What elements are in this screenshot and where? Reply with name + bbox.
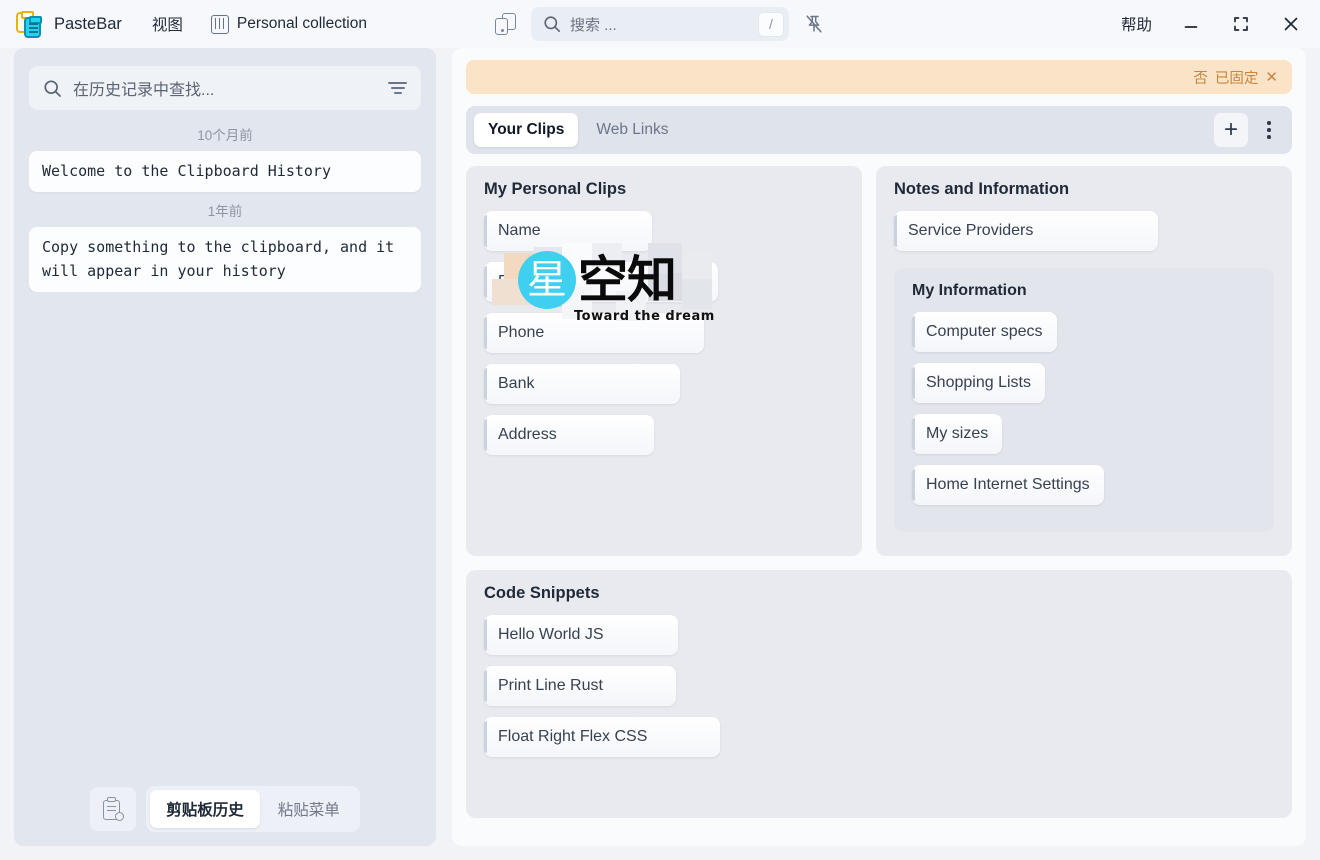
menu-view[interactable]: 视图 [144, 8, 191, 40]
board-my-personal-clips: My Personal Clips Name Email Phone Bank … [466, 166, 862, 556]
columns-icon [211, 15, 229, 34]
tab-your-clips[interactable]: Your Clips [474, 113, 578, 147]
clips-tab-bar: Your Clips Web Links + [466, 106, 1292, 154]
clip-list: Computer specs Shopping Lists My sizes H… [912, 312, 1256, 516]
menu-view-label: 视图 [152, 13, 183, 35]
app-title: PasteBar [54, 15, 122, 34]
boards-area: My Personal Clips Name Email Phone Bank … [466, 166, 1292, 818]
history-timestamp: 1年前 [29, 192, 421, 227]
clip-item[interactable]: Address [484, 415, 654, 455]
history-search-input[interactable]: 在历史记录中查找... [29, 66, 421, 110]
search-input[interactable]: 搜索 ... / [531, 7, 789, 41]
filter-icon[interactable] [388, 80, 407, 96]
app-body: 在历史记录中查找... 10个月前 Welcome to the Clipboa… [0, 48, 1320, 860]
sidebar-tab-paste-menu[interactable]: 粘贴菜单 [262, 790, 356, 828]
history-list: 10个月前 Welcome to the Clipboard History 1… [29, 116, 421, 292]
tab-web-links[interactable]: Web Links [582, 113, 682, 147]
close-icon [1282, 15, 1300, 33]
board-notes-and-information: Notes and Information Service Providers … [876, 166, 1292, 556]
search-placeholder: 搜索 ... [570, 14, 749, 35]
board-title: My Personal Clips [484, 180, 844, 199]
close-icon[interactable]: ✕ [1265, 70, 1278, 85]
clipboard-history-icon [102, 797, 124, 821]
board-code-snippets: Code Snippets Hello World JS Print Line … [466, 570, 1292, 818]
clipboard-history-sidebar: 在历史记录中查找... 10个月前 Welcome to the Clipboa… [14, 48, 436, 846]
pinned-label: 已固定 [1215, 67, 1259, 88]
boards-row-top: My Personal Clips Name Email Phone Bank … [466, 166, 1292, 556]
clip-item[interactable]: Email [484, 262, 718, 302]
clipboard-logo-icon [14, 9, 44, 39]
sidebar-tab-clipboard-history[interactable]: 剪贴板历史 [150, 790, 260, 828]
clip-item[interactable]: My sizes [912, 414, 1002, 454]
clip-item[interactable]: Shopping Lists [912, 363, 1045, 403]
menu-collection-label: Personal collection [237, 15, 367, 33]
clip-item[interactable]: Home Internet Settings [912, 465, 1104, 505]
clip-list: Name Email Phone Bank Address [484, 211, 844, 466]
clip-list: Hello World JS Print Line Rust Float Rig… [484, 615, 1274, 768]
history-item[interactable]: Welcome to the Clipboard History [29, 151, 421, 192]
sidebar-mode-switch: 剪贴板历史 粘贴菜单 [146, 786, 360, 832]
minimize-icon [1183, 16, 1199, 32]
unpin-icon[interactable] [803, 13, 825, 35]
search-shortcut-badge: / [758, 12, 784, 37]
clip-item[interactable]: Print Line Rust [484, 666, 676, 706]
add-tab-button[interactable]: + [1214, 113, 1248, 147]
pinned-status: 否 [1193, 67, 1208, 88]
clip-item[interactable]: Phone [484, 313, 704, 353]
close-button[interactable] [1268, 0, 1314, 48]
clip-item[interactable]: Float Right Flex CSS [484, 717, 720, 757]
main-panel: 否 已固定 ✕ Your Clips Web Links + My Person… [452, 48, 1306, 846]
title-bar: PasteBar 视图 Personal collection 搜索 ... / [0, 0, 1320, 48]
search-icon [543, 15, 561, 33]
subboard-title: My Information [912, 282, 1256, 300]
sidebar-footer: 剪贴板历史 粘贴菜单 [29, 772, 421, 832]
more-vertical-icon [1267, 121, 1271, 139]
clip-list: Service Providers [894, 211, 1274, 262]
history-timestamp: 10个月前 [29, 116, 421, 151]
subboard-my-information: My Information Computer specs Shopping L… [894, 268, 1274, 532]
board-title: Code Snippets [484, 584, 1274, 603]
clip-item[interactable]: Computer specs [912, 312, 1057, 352]
minimize-button[interactable] [1168, 0, 1214, 48]
clipboard-history-button[interactable] [90, 787, 136, 831]
clip-item[interactable]: Bank [484, 364, 680, 404]
search-icon [43, 79, 62, 98]
board-title: Notes and Information [894, 180, 1274, 199]
maximize-button[interactable] [1218, 0, 1264, 48]
help-label: 帮助 [1121, 17, 1152, 34]
tab-menu-button[interactable] [1252, 113, 1286, 147]
maximize-icon [1232, 15, 1250, 33]
app-window: PasteBar 视图 Personal collection 搜索 ... / [0, 0, 1320, 860]
window-controls: 帮助 [1109, 0, 1320, 48]
device-sync-icon[interactable] [495, 13, 517, 35]
clip-item[interactable]: Name [484, 211, 652, 251]
help-button[interactable]: 帮助 [1109, 7, 1164, 41]
history-item[interactable]: Copy something to the clipboard, and it … [29, 227, 421, 292]
pinned-banner: 否 已固定 ✕ [466, 60, 1292, 94]
history-search-placeholder: 在历史记录中查找... [73, 76, 377, 100]
clip-item[interactable]: Service Providers [894, 211, 1158, 251]
clip-item[interactable]: Hello World JS [484, 615, 678, 655]
menu-personal-collection[interactable]: Personal collection [203, 10, 375, 39]
